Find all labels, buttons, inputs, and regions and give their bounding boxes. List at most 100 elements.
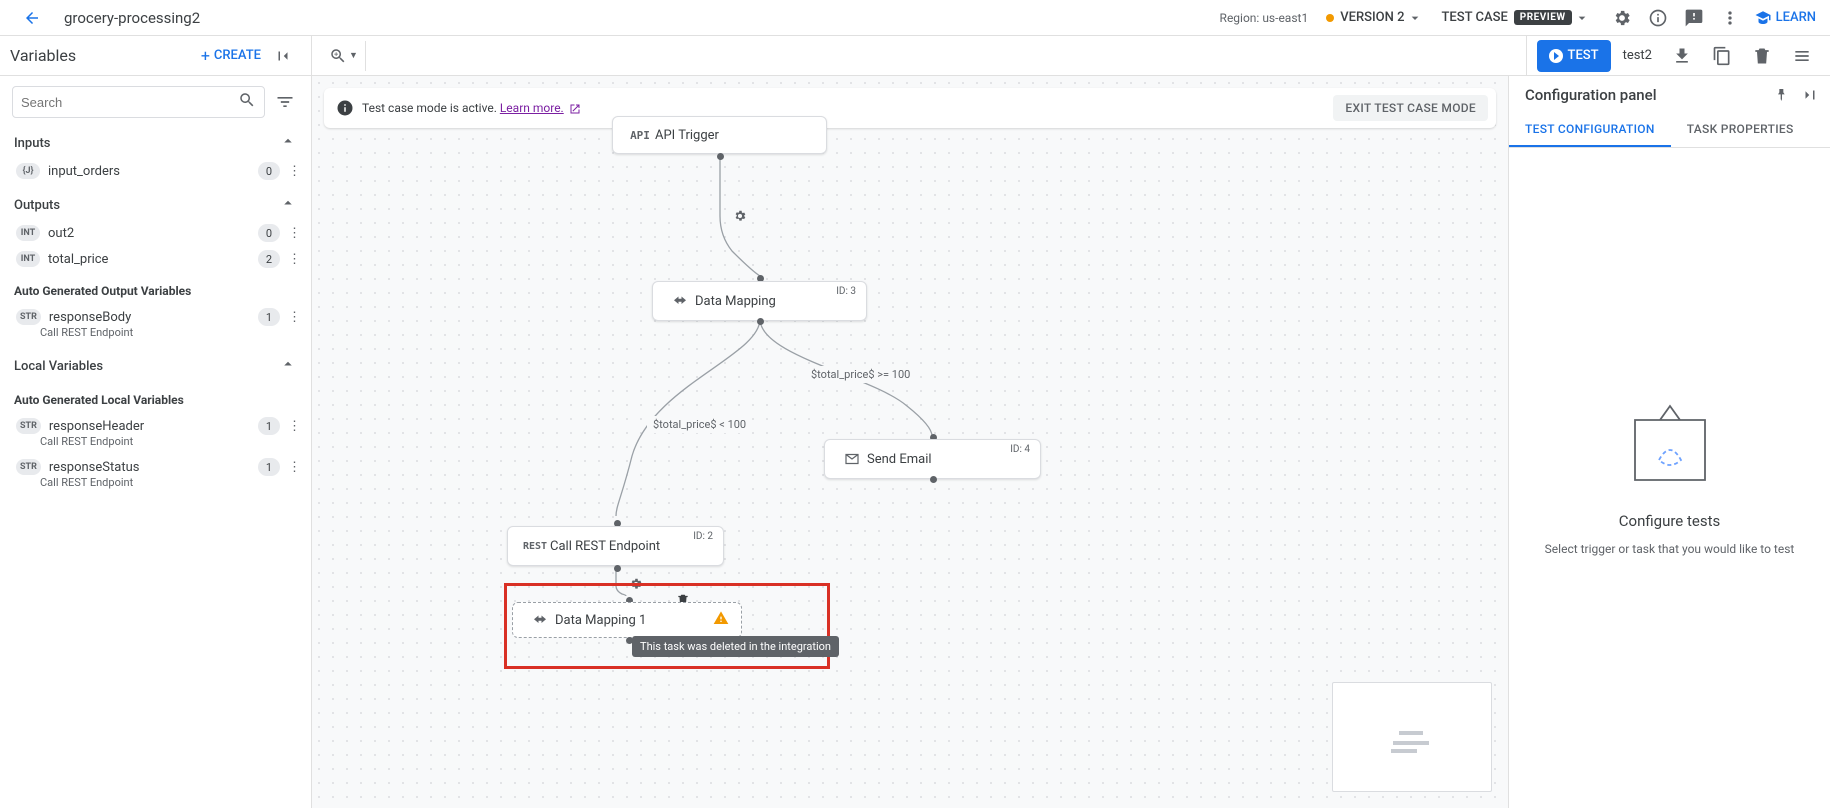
feedback-button[interactable] bbox=[1676, 0, 1712, 36]
menu-icon bbox=[1792, 46, 1812, 66]
node-label: Data Mapping bbox=[695, 294, 776, 309]
chevron-up-icon bbox=[279, 355, 297, 377]
local-label: Local Variables bbox=[14, 359, 103, 374]
count-badge: 2 bbox=[258, 250, 280, 268]
auto-output-heading: Auto Generated Output Variables bbox=[6, 272, 305, 304]
tab-task-properties[interactable]: TASK PROPERTIES bbox=[1671, 112, 1810, 147]
download-icon bbox=[1672, 46, 1692, 66]
testcase-selector[interactable]: TEST CASE PREVIEW bbox=[1441, 10, 1589, 26]
type-pill: STR bbox=[16, 459, 41, 475]
run-test-button[interactable]: TEST bbox=[1537, 40, 1611, 72]
node-call-rest[interactable]: REST Call REST Endpoint ID: 2 bbox=[507, 526, 724, 566]
type-pill: INT bbox=[16, 225, 40, 241]
variable-row[interactable]: INT out2 0 ⋮ bbox=[6, 220, 305, 246]
email-icon bbox=[837, 450, 867, 468]
node-data-mapping[interactable]: Data Mapping ID: 3 bbox=[652, 281, 867, 321]
node-api-trigger[interactable]: API API Trigger bbox=[612, 116, 827, 154]
row-menu[interactable]: ⋮ bbox=[284, 310, 305, 325]
learn-label: LEARN bbox=[1776, 10, 1816, 25]
pin-button[interactable] bbox=[1768, 87, 1796, 103]
external-link-icon bbox=[569, 103, 581, 115]
learn-icon bbox=[1754, 9, 1772, 27]
create-variable-button[interactable]: + CREATE bbox=[201, 46, 261, 65]
learn-button[interactable]: LEARN bbox=[1754, 9, 1816, 27]
row-menu[interactable]: ⋮ bbox=[284, 460, 305, 475]
count-badge: 1 bbox=[258, 417, 280, 435]
feedback-icon bbox=[1684, 8, 1704, 28]
integration-canvas[interactable]: Test case mode is active. Learn more. EX… bbox=[312, 76, 1508, 808]
config-title: Configuration panel bbox=[1525, 86, 1768, 104]
trash-icon bbox=[1752, 46, 1772, 66]
easel-icon bbox=[1615, 400, 1725, 500]
exit-test-mode-button[interactable]: EXIT TEST CASE MODE bbox=[1333, 95, 1488, 121]
variable-name: total_price bbox=[48, 252, 108, 267]
type-pill: STR bbox=[16, 309, 41, 325]
page-title: grocery-processing2 bbox=[64, 9, 200, 27]
gear-icon bbox=[1612, 8, 1632, 28]
type-pill: STR bbox=[16, 418, 41, 434]
test-mode-banner: Test case mode is active. Learn more. EX… bbox=[324, 88, 1496, 128]
node-label: Send Email bbox=[867, 452, 932, 467]
data-mapping-icon bbox=[665, 292, 695, 310]
download-button[interactable] bbox=[1664, 40, 1700, 72]
search-icon bbox=[238, 91, 256, 113]
chevron-up-icon bbox=[279, 132, 297, 154]
node-send-email[interactable]: Send Email ID: 4 bbox=[824, 439, 1041, 479]
section-inputs[interactable]: Inputs bbox=[6, 122, 305, 158]
plus-icon: + bbox=[201, 46, 210, 65]
variable-name: responseBody bbox=[49, 310, 131, 325]
config-placeholder-text: Select trigger or task that you would li… bbox=[1545, 542, 1795, 556]
row-menu[interactable]: ⋮ bbox=[284, 252, 305, 267]
section-local[interactable]: Local Variables bbox=[6, 345, 305, 381]
variables-heading: Variables bbox=[10, 46, 201, 65]
auto-local-heading: Auto Generated Local Variables bbox=[6, 381, 305, 413]
node-label: Call REST Endpoint bbox=[550, 539, 660, 554]
menu-button[interactable] bbox=[1784, 40, 1820, 72]
variable-search-box[interactable] bbox=[12, 86, 265, 118]
tab-test-configuration[interactable]: TEST CONFIGURATION bbox=[1509, 112, 1671, 147]
copy-button[interactable] bbox=[1704, 40, 1740, 72]
variable-row[interactable]: STR responseBody 1 ⋮ bbox=[6, 304, 305, 330]
collapse-panel-button[interactable] bbox=[265, 47, 301, 65]
port-icon bbox=[757, 318, 764, 325]
zoom-dropdown[interactable]: ▼ bbox=[322, 41, 366, 71]
version-label: VERSION 2 bbox=[1340, 10, 1404, 25]
filter-button[interactable] bbox=[271, 92, 299, 112]
count-badge: 1 bbox=[258, 308, 280, 326]
back-button[interactable] bbox=[14, 0, 50, 36]
port-icon bbox=[930, 476, 937, 483]
minimap-node bbox=[1399, 731, 1423, 735]
section-outputs[interactable]: Outputs bbox=[6, 184, 305, 220]
variable-row[interactable]: {J} input_orders 0 ⋮ bbox=[6, 158, 305, 184]
row-menu[interactable]: ⋮ bbox=[284, 164, 305, 179]
search-input[interactable] bbox=[21, 95, 238, 110]
status-dot-icon bbox=[1326, 14, 1334, 22]
edge-settings-button[interactable] bbox=[732, 208, 748, 228]
create-label: CREATE bbox=[214, 48, 261, 63]
play-icon bbox=[1549, 49, 1563, 63]
outputs-label: Outputs bbox=[14, 198, 60, 213]
variables-panel: Inputs {J} input_orders 0 ⋮ Outputs INT … bbox=[0, 76, 312, 808]
row-menu[interactable]: ⋮ bbox=[284, 419, 305, 434]
variable-row[interactable]: STR responseStatus 1 ⋮ bbox=[6, 454, 305, 480]
info-button[interactable] bbox=[1640, 0, 1676, 36]
test-label: TEST bbox=[1568, 48, 1599, 63]
node-label: Data Mapping 1 bbox=[555, 613, 646, 628]
learn-more-link[interactable]: Learn more. bbox=[500, 101, 564, 115]
delete-button[interactable] bbox=[1744, 40, 1780, 72]
rest-icon: REST bbox=[520, 541, 550, 552]
variable-row[interactable]: INT total_price 2 ⋮ bbox=[6, 246, 305, 272]
version-selector[interactable]: VERSION 2 bbox=[1326, 10, 1423, 26]
node-data-mapping-deleted[interactable]: Data Mapping 1 bbox=[512, 602, 742, 638]
settings-button[interactable] bbox=[1604, 0, 1640, 36]
variable-name: input_orders bbox=[48, 164, 120, 179]
pin-icon bbox=[1774, 87, 1790, 103]
overflow-menu[interactable] bbox=[1712, 0, 1748, 36]
minimap[interactable] bbox=[1332, 682, 1492, 792]
variable-row[interactable]: STR responseHeader 1 ⋮ bbox=[6, 413, 305, 439]
expand-panel-button[interactable] bbox=[1796, 86, 1824, 104]
row-menu[interactable]: ⋮ bbox=[284, 226, 305, 241]
info-icon bbox=[1648, 8, 1668, 28]
type-pill: INT bbox=[16, 251, 40, 267]
type-pill: {J} bbox=[16, 163, 40, 179]
